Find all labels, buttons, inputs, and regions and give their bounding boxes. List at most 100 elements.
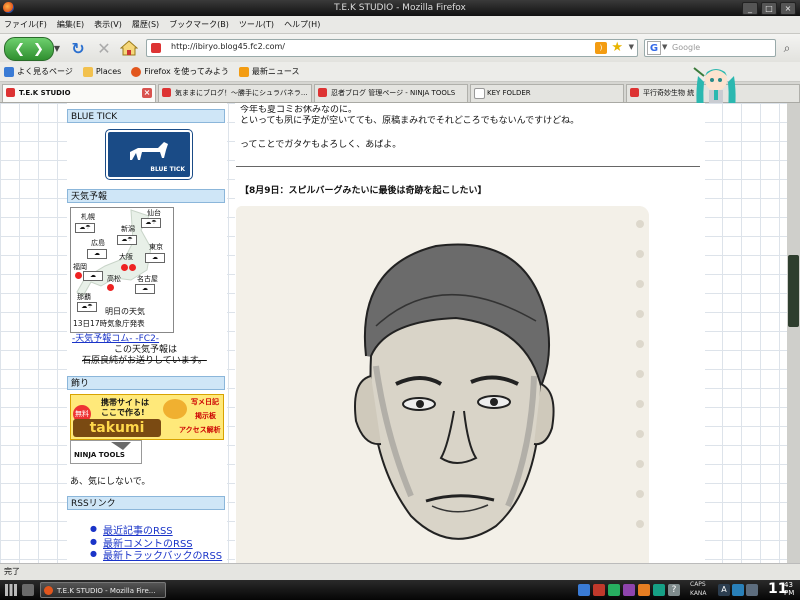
menu-view[interactable]: 表示(V) — [94, 19, 122, 30]
tab-close-icon[interactable]: × — [142, 88, 152, 98]
search-placeholder[interactable]: Google — [672, 43, 700, 52]
bullet-icon: ● — [90, 549, 97, 558]
menu-bar: ファイル(F) 編集(E) 表示(V) 履歴(S) ブックマーク(B) ツール(… — [0, 16, 800, 34]
weather-note-line2: 石原良純がお送りしています。 — [82, 356, 207, 366]
url-text[interactable]: http://ibiryo.blog45.fc2.com/ — [171, 42, 285, 51]
stop-button[interactable]: ✕ — [94, 38, 114, 58]
url-bar[interactable]: http://ibiryo.blog45.fc2.com/ ) ★ ▼ — [146, 39, 638, 57]
clock-minutes: 43 PM — [784, 581, 795, 597]
cloud-rain-icon: ☁☂ — [141, 218, 161, 228]
history-dropdown-icon[interactable]: ▼ — [52, 38, 62, 58]
menu-tools[interactable]: ツール(T) — [239, 19, 274, 30]
widget-title-weather: 天気予報 — [67, 189, 225, 203]
home-button[interactable] — [118, 38, 140, 58]
google-engine-icon[interactable]: G — [647, 41, 661, 55]
tab-tek-studio[interactable]: T.E.K STUDIO × — [2, 84, 156, 102]
tab-key-folder[interactable]: KEY FOLDER — [470, 84, 624, 102]
rss-link-recent-trackbacks[interactable]: 最新トラックバックのRSS — [103, 547, 222, 562]
ninja-tools-badge[interactable]: NINJA TOOLS — [70, 440, 142, 464]
close-button[interactable]: × — [780, 2, 796, 15]
city-sendai: 仙台 — [147, 209, 161, 217]
tab-bar: T.E.K STUDIO × 気ままにブログ！～勝手にシュラバネラ... 忍者ブ… — [0, 82, 800, 103]
bookmark-places[interactable]: Places — [82, 66, 121, 77]
bluetick-logo[interactable]: BLUE TICK — [105, 129, 193, 180]
ninja-logo-icon — [111, 442, 131, 450]
tray-app-icon[interactable] — [653, 584, 665, 596]
taskbar-firefox-item[interactable]: T.E.K STUDIO - Mozilla Fire... — [40, 582, 166, 598]
firefox-icon — [44, 586, 53, 595]
bookmark-most-visited[interactable]: よく見るページ — [4, 66, 73, 77]
bookmark-star-icon[interactable]: ★ — [611, 40, 623, 55]
tab-kimama-blog[interactable]: 気ままにブログ！～勝手にシュラバネラ... — [158, 84, 312, 102]
menu-bookmarks[interactable]: ブックマーク(B) — [169, 19, 229, 30]
ninja-label: NINJA TOOLS — [74, 451, 125, 459]
cloud-rain-icon: ☁☂ — [75, 223, 95, 233]
tray-app-icon[interactable] — [593, 584, 605, 596]
tab-favicon-icon — [630, 88, 639, 97]
menu-history[interactable]: 履歴(S) — [132, 19, 159, 30]
city-hiroshima: 広島 — [91, 239, 105, 247]
window-title-bar: T.E.K STUDIO - Mozilla Firefox _ □ × — [0, 0, 800, 16]
back-forward-button[interactable]: ❮ ❯ — [4, 37, 54, 61]
pencil-portrait-drawing — [236, 206, 649, 563]
post-title: 【8月9日：スピルバーグみたいに最後は奇跡を起こしたい】 — [240, 186, 487, 196]
taskbar: T.E.K STUDIO - Mozilla Fire... ? CAPS KA… — [0, 580, 800, 600]
tray-app-icon[interactable] — [578, 584, 590, 596]
volume-icon[interactable] — [746, 584, 758, 596]
back-arrow-icon[interactable]: ❮ — [14, 42, 25, 57]
search-icon[interactable]: ⌕ — [778, 39, 796, 57]
ad-right1: 写メ日記 — [191, 398, 219, 406]
firefox-icon — [131, 66, 142, 77]
search-bar[interactable]: G ▼ Google — [644, 39, 776, 57]
start-menu-icon[interactable] — [4, 583, 18, 597]
scrollbar-thumb[interactable] — [788, 255, 799, 327]
maximize-button[interactable]: □ — [761, 2, 777, 15]
dog-logo-icon — [130, 142, 168, 160]
weather-map[interactable]: 札幌 仙台 新潟 広島 東京 大阪 福岡 高松 名古屋 那覇 ☁☂ ☁☂ ☁☂ … — [70, 207, 174, 333]
bookmark-getting-started[interactable]: Firefox を使ってみよう — [131, 66, 229, 77]
takumi-ad-banner[interactable]: 無料 携帯サイトは ここで作る! takumi 写メ日記 掲示板 アクセス解析 — [70, 394, 224, 440]
city-naha: 那覇 — [77, 293, 91, 301]
network-icon[interactable] — [732, 584, 744, 596]
site-favicon-icon — [151, 43, 161, 53]
help-icon[interactable]: ? — [668, 584, 680, 596]
status-bar: 完了 — [0, 563, 800, 580]
ad-right3: アクセス解析 — [179, 426, 221, 434]
tray-app-icon[interactable] — [623, 584, 635, 596]
bookmark-latest-news[interactable]: 最新ニュース — [238, 66, 300, 77]
widget-title-misc: 飾り — [67, 376, 225, 390]
tab-ninja-tools[interactable]: 忍者ブログ 管理ページ - NINJA TOOLS — [314, 84, 468, 102]
forward-arrow-icon[interactable]: ❯ — [33, 42, 44, 57]
rss-feed-icon[interactable]: ) — [595, 42, 607, 54]
minimize-button[interactable]: _ — [742, 2, 758, 15]
city-nagoya: 名古屋 — [137, 275, 158, 283]
city-osaka: 大阪 — [119, 253, 133, 261]
language-icon[interactable]: A — [718, 584, 730, 596]
menu-edit[interactable]: 編集(E) — [57, 19, 84, 30]
menu-file[interactable]: ファイル(F) — [4, 19, 47, 30]
rss-feed-icon — [238, 66, 249, 77]
cloud-rain-icon: ☁☂ — [117, 235, 137, 245]
reload-button[interactable]: ↻ — [68, 38, 88, 58]
tab-favicon-icon — [6, 88, 15, 97]
show-desktop-icon[interactable] — [22, 584, 34, 596]
weather-caption: 明日の天気 — [105, 307, 145, 316]
tray-app-icon[interactable] — [608, 584, 620, 596]
menu-help[interactable]: ヘルプ(H) — [284, 19, 320, 30]
city-tokyo: 東京 — [149, 243, 163, 251]
sun-icon — [75, 272, 82, 279]
city-sapporo: 札幌 — [81, 213, 95, 221]
folder-icon — [82, 66, 93, 77]
url-dropdown-icon[interactable]: ▼ — [629, 43, 634, 51]
cloud-rain-icon: ☁☂ — [77, 302, 97, 312]
firefox-icon — [3, 2, 14, 13]
cloud-icon: ☁ — [83, 271, 103, 281]
page-scrollbar[interactable] — [787, 103, 800, 563]
bullet-icon: ● — [90, 537, 97, 546]
cloud-icon: ☁ — [135, 284, 155, 294]
sun-icon — [129, 264, 136, 271]
engine-dropdown-icon[interactable]: ▼ — [662, 43, 667, 51]
ad-line2: ここで作る! — [101, 408, 145, 417]
tray-app-icon[interactable] — [638, 584, 650, 596]
cloud-icon: ☁ — [145, 253, 165, 263]
